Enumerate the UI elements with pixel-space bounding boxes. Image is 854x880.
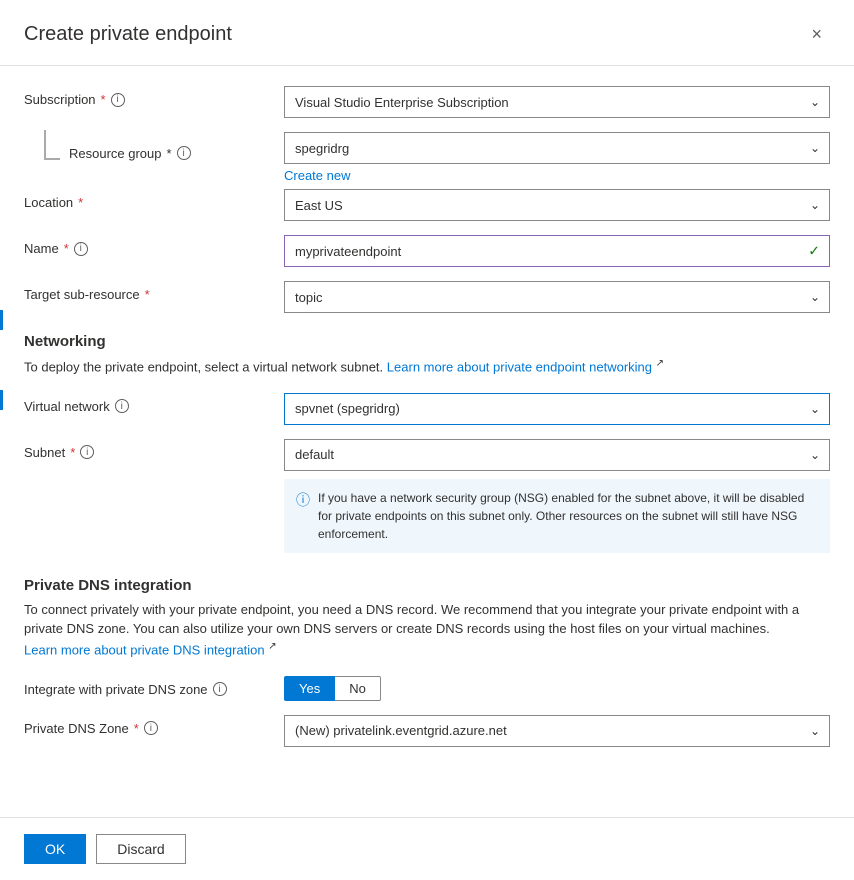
dialog-title: Create private endpoint xyxy=(24,23,232,46)
integrate-dns-label: Integrate with private DNS zone i xyxy=(24,676,284,697)
private-dns-zone-info-icon[interactable]: i xyxy=(144,721,158,735)
external-link-icon: ↗ xyxy=(656,358,664,369)
nsg-info-box: ⓘ If you have a network security group (… xyxy=(284,479,830,553)
resource-group-label-area: Resource group * i xyxy=(24,132,284,168)
virtual-network-select-wrapper: spvnet (spegridrg) ⌄ xyxy=(284,393,830,425)
virtual-network-row: Virtual network i spvnet (spegridrg) ⌄ xyxy=(24,393,830,425)
resource-group-required: * xyxy=(167,146,172,161)
integrate-dns-row: Integrate with private DNS zone i Yes No xyxy=(24,676,830,701)
location-select-wrapper: East US ⌄ xyxy=(284,189,830,221)
subscription-required: * xyxy=(101,92,106,107)
private-dns-zone-required: * xyxy=(134,721,139,736)
subscription-row: Subscription * i Visual Studio Enterpris… xyxy=(24,86,830,118)
networking-section-title: Networking xyxy=(24,333,830,350)
private-dns-zone-select-wrapper: (New) privatelink.eventgrid.azure.net ⌄ xyxy=(284,715,830,747)
networking-section-desc: To deploy the private endpoint, select a… xyxy=(24,356,830,377)
dialog-body: Subscription * i Visual Studio Enterpris… xyxy=(0,66,854,817)
nsg-info-message: If you have a network security group (NS… xyxy=(318,489,818,543)
virtual-network-info-icon[interactable]: i xyxy=(115,399,129,413)
name-required: * xyxy=(64,241,69,256)
private-dns-zone-row: Private DNS Zone * i (New) privatelink.e… xyxy=(24,715,830,747)
subnet-info-icon[interactable]: i xyxy=(80,445,94,459)
name-input-wrapper: ✓ xyxy=(284,235,830,267)
integrate-dns-control: Yes No xyxy=(284,676,830,701)
subscription-select[interactable]: Visual Studio Enterprise Subscription xyxy=(284,86,830,118)
name-valid-icon: ✓ xyxy=(808,243,820,260)
subnet-control: default ⌄ ⓘ If you have a network securi… xyxy=(284,439,830,553)
info-box-icon: ⓘ xyxy=(296,490,310,511)
subnet-required: * xyxy=(70,445,75,460)
close-button[interactable]: × xyxy=(803,20,830,49)
private-dns-zone-control: (New) privatelink.eventgrid.azure.net ⌄ xyxy=(284,715,830,747)
resource-group-control: spegridrg ⌄ Create new xyxy=(284,132,830,183)
learn-more-networking-link[interactable]: Learn more about private endpoint networ… xyxy=(387,359,652,374)
ok-button[interactable]: OK xyxy=(24,834,86,864)
resource-group-select-wrapper: spegridrg ⌄ xyxy=(284,132,830,164)
indent-bracket xyxy=(44,130,60,160)
location-label: Location * xyxy=(24,189,284,210)
toggle-yes-button[interactable]: Yes xyxy=(284,676,335,701)
networking-section: Networking To deploy the private endpoin… xyxy=(24,333,830,377)
target-sub-resource-label: Target sub-resource * xyxy=(24,281,284,302)
location-row: Location * East US ⌄ xyxy=(24,189,830,221)
private-dns-zone-label: Private DNS Zone * i xyxy=(24,715,284,736)
subnet-row: Subnet * i default ⌄ ⓘ If you have a net… xyxy=(24,439,830,553)
resource-group-row: Resource group * i spegridrg ⌄ Create ne… xyxy=(24,132,830,183)
location-required: * xyxy=(78,195,83,210)
subnet-label: Subnet * i xyxy=(24,439,284,460)
private-dns-section-title: Private DNS integration xyxy=(24,577,830,594)
location-select[interactable]: East US xyxy=(284,189,830,221)
create-new-resource-group-link[interactable]: Create new xyxy=(284,168,830,183)
subnet-select-wrapper: default ⌄ xyxy=(284,439,830,471)
name-label: Name * i xyxy=(24,235,284,256)
subnet-select[interactable]: default xyxy=(284,439,830,471)
name-input[interactable] xyxy=(284,235,830,267)
target-sub-resource-select[interactable]: topic xyxy=(284,281,830,313)
subscription-control: Visual Studio Enterprise Subscription ⌄ xyxy=(284,86,830,118)
target-sub-resource-control: topic ⌄ xyxy=(284,281,830,313)
private-dns-zone-select[interactable]: (New) privatelink.eventgrid.azure.net xyxy=(284,715,830,747)
dialog-header: Create private endpoint × xyxy=(0,0,854,66)
dialog-footer: OK Discard xyxy=(0,817,854,880)
subscription-label: Subscription * i xyxy=(24,86,284,107)
dns-external-link-icon: ↗ xyxy=(268,641,276,652)
subscription-select-wrapper: Visual Studio Enterprise Subscription ⌄ xyxy=(284,86,830,118)
integrate-dns-info-icon[interactable]: i xyxy=(213,682,227,696)
location-control: East US ⌄ xyxy=(284,189,830,221)
virtual-network-control: spvnet (spegridrg) ⌄ xyxy=(284,393,830,425)
target-sub-resource-select-wrapper: topic ⌄ xyxy=(284,281,830,313)
private-dns-section: Private DNS integration To connect priva… xyxy=(24,577,830,660)
learn-more-dns-link[interactable]: Learn more about private DNS integration xyxy=(24,642,265,657)
toggle-no-button[interactable]: No xyxy=(335,676,381,701)
discard-button[interactable]: Discard xyxy=(96,834,185,864)
name-info-icon[interactable]: i xyxy=(74,242,88,256)
dns-toggle: Yes No xyxy=(284,676,830,701)
target-sub-resource-required: * xyxy=(145,287,150,302)
name-control: ✓ xyxy=(284,235,830,267)
resource-group-label: Resource group xyxy=(69,146,162,161)
resource-group-info-icon[interactable]: i xyxy=(177,146,191,160)
resource-group-select[interactable]: spegridrg xyxy=(284,132,830,164)
private-dns-section-desc: To connect privately with your private e… xyxy=(24,600,830,660)
virtual-network-select[interactable]: spvnet (spegridrg) xyxy=(284,393,830,425)
name-row: Name * i ✓ xyxy=(24,235,830,267)
target-sub-resource-row: Target sub-resource * topic ⌄ xyxy=(24,281,830,313)
virtual-network-label: Virtual network i xyxy=(24,393,284,414)
subscription-info-icon[interactable]: i xyxy=(111,93,125,107)
